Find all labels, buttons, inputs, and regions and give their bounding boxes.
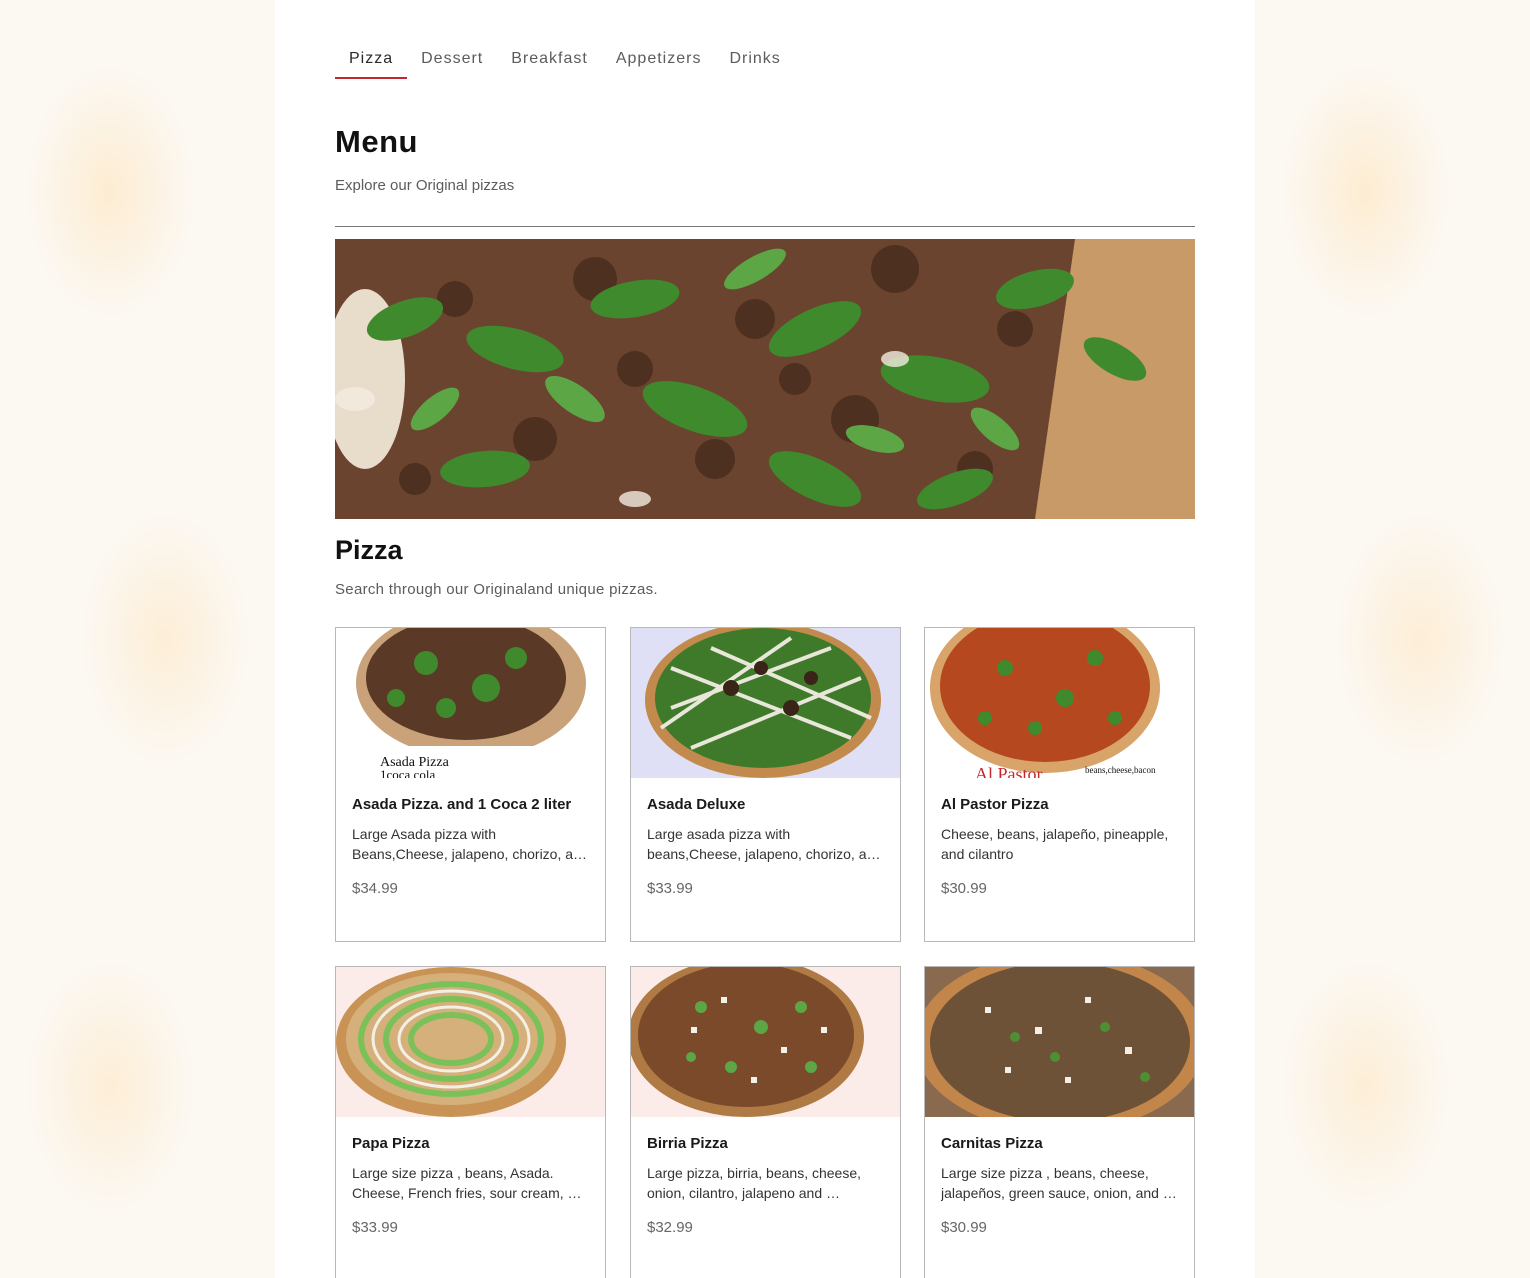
menu-item-card[interactable]: Asada Pizza 1coca cola Asada Pizza. and … — [335, 627, 606, 942]
menu-item-description: Large Asada pizza with Beans,Cheese, jal… — [352, 826, 589, 862]
menu-item-name[interactable]: Carnitas Pizza — [941, 1135, 1043, 1152]
menu-item-name[interactable]: Al Pastor Pizza — [941, 796, 1049, 813]
tab-drinks[interactable]: Drinks — [715, 44, 794, 79]
menu-item-name[interactable]: Asada Deluxe — [647, 796, 745, 813]
tab-dessert[interactable]: Dessert — [407, 44, 497, 79]
menu-item-image — [336, 967, 605, 1117]
menu-item-image — [631, 967, 900, 1117]
menu-item-price: $32.99 — [647, 1219, 693, 1236]
category-tabs: Pizza Dessert Breakfast Appetizers Drink… — [335, 44, 795, 79]
menu-item-card[interactable]: Al Pastor beans,cheese,bacon Al Pastor P… — [924, 627, 1195, 942]
menu-item-price: $30.99 — [941, 880, 987, 897]
tab-appetizers[interactable]: Appetizers — [602, 44, 716, 79]
section-subtitle: Search through our Originaland unique pi… — [335, 581, 658, 598]
menu-item-card[interactable]: Birria Pizza Large pizza, birria, beans,… — [630, 966, 901, 1278]
menu-item-description: Large size pizza , beans, cheese, jalape… — [941, 1165, 1177, 1201]
image-caption: Al Pastor — [975, 764, 1043, 778]
menu-item-name[interactable]: Papa Pizza — [352, 1135, 430, 1152]
section-title: Pizza — [335, 535, 403, 565]
menu-item-description: Large pizza, birria, beans, cheese, onio… — [647, 1165, 862, 1201]
menu-item-card[interactable]: Asada Deluxe Large asada pizza with bean… — [630, 627, 901, 942]
menu-title: Menu — [335, 124, 418, 159]
image-caption-secondary: beans,cheese,bacon — [1085, 765, 1156, 775]
image-caption-secondary: 1coca cola — [380, 767, 435, 778]
menu-item-image — [925, 967, 1194, 1117]
tab-breakfast[interactable]: Breakfast — [497, 44, 602, 79]
menu-item-card[interactable]: Carnitas Pizza Large size pizza , beans,… — [924, 966, 1195, 1278]
menu-subtitle: Explore our Original pizzas — [335, 177, 515, 194]
menu-item-price: $33.99 — [647, 880, 693, 897]
background-left-decoration — [0, 0, 275, 1278]
hero-pizza-image — [335, 239, 1195, 519]
menu-item-description: Large size pizza , beans, Asada. Cheese,… — [352, 1165, 582, 1201]
menu-item-image — [631, 628, 900, 778]
background-right-decoration — [1255, 0, 1530, 1278]
menu-item-name[interactable]: Birria Pizza — [647, 1135, 728, 1152]
section-divider — [335, 226, 1195, 227]
tab-pizza[interactable]: Pizza — [335, 44, 408, 79]
menu-item-price: $30.99 — [941, 1219, 987, 1236]
menu-item-card[interactable]: Papa Pizza Large size pizza , beans, Asa… — [335, 966, 606, 1278]
menu-item-description: Large asada pizza with beans,Cheese, jal… — [647, 826, 883, 862]
menu-item-price: $34.99 — [352, 880, 398, 897]
menu-item-price: $33.99 — [352, 1219, 398, 1236]
menu-item-image: Asada Pizza 1coca cola — [336, 628, 605, 778]
menu-item-image: Al Pastor beans,cheese,bacon — [925, 628, 1194, 778]
menu-item-description: Cheese, beans, jalapeño, pineapple, and … — [941, 826, 1169, 862]
menu-item-name[interactable]: Asada Pizza. and 1 Coca 2 liter — [352, 796, 571, 813]
menu-page: Pizza Dessert Breakfast Appetizers Drink… — [275, 0, 1255, 1278]
